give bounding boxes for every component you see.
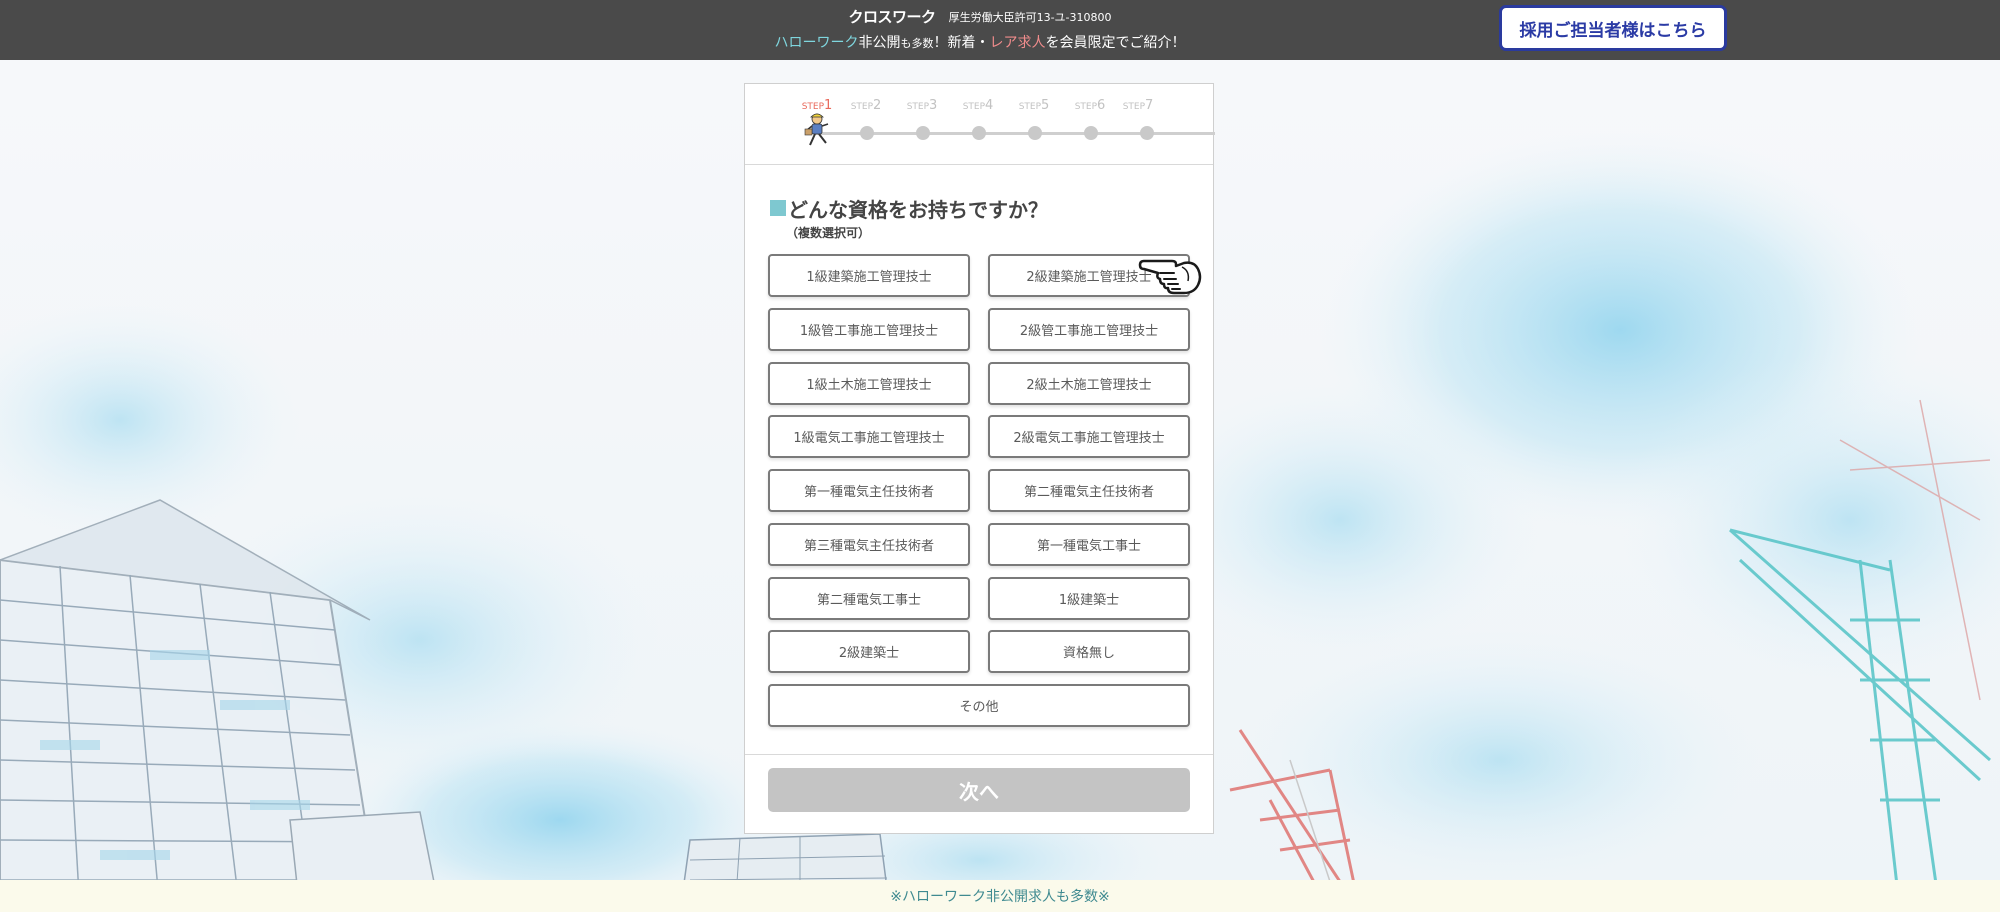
option-button[interactable]: 資格無し	[988, 630, 1190, 673]
tagline-tasu: も多数	[900, 37, 934, 50]
step-label-5: STEP5	[1018, 98, 1050, 113]
option-button[interactable]: 1級土木施工管理技士	[768, 362, 970, 405]
step-indicator: STEP1 STEP2 STEP3 STEP4 STEP5 STEP6 STEP…	[745, 84, 1215, 164]
step-label-4: STEP4	[962, 98, 994, 113]
step-dot-2	[860, 126, 874, 140]
option-button[interactable]: 2級土木施工管理技士	[988, 362, 1190, 405]
top-header: クロスワーク 厚生労働大臣許可13-ユ-310800 ハローワーク非公開も多数！…	[0, 0, 2000, 60]
option-button[interactable]: 1級建築施工管理技士	[768, 254, 970, 297]
site-logo[interactable]: クロスワーク	[848, 8, 936, 26]
option-button[interactable]: 2級管工事施工管理技士	[988, 308, 1190, 351]
option-button[interactable]: 2級電気工事施工管理技士	[988, 415, 1190, 458]
option-button[interactable]: 第三種電気主任技術者	[768, 523, 970, 566]
tagline-shinchaku: ！新着・	[933, 35, 990, 51]
option-button[interactable]: 1級電気工事施工管理技士	[768, 415, 970, 458]
tagline-rare: レア求人	[989, 35, 1046, 51]
step-label-2: STEP2	[850, 98, 882, 113]
option-button[interactable]: 1級管工事施工管理技士	[768, 308, 970, 351]
option-button[interactable]: 第二種電気工事士	[768, 577, 970, 620]
step-label-3: STEP3	[906, 98, 938, 113]
option-button[interactable]: 第二種電気主任技術者	[988, 469, 1190, 512]
question-title: どんな資格をお持ちですか？	[788, 198, 1048, 222]
step-label-7: STEP7	[1122, 98, 1154, 113]
recruiter-button[interactable]: 採用ご担当者様はこちら	[1499, 5, 1727, 51]
question-subtitle: （複数選択可）	[786, 226, 871, 240]
option-button[interactable]: 2級建築士	[768, 630, 970, 673]
running-worker-icon	[804, 113, 829, 146]
question-marker-icon	[770, 200, 786, 216]
step-dot-3	[916, 126, 930, 140]
option-button-other[interactable]: その他	[768, 684, 1190, 727]
step-dot-6	[1084, 126, 1098, 140]
tagline-hellowork: ハローワーク	[774, 35, 859, 51]
footer-banner: ※ハローワーク非公開求人も多数※	[0, 880, 2000, 912]
option-button[interactable]: 第一種電気工事士	[988, 523, 1190, 566]
option-button[interactable]: 第一種電気主任技術者	[768, 469, 970, 512]
form-card: STEP1 STEP2 STEP3 STEP4 STEP5 STEP6 STEP…	[744, 83, 1215, 834]
step-dot-4	[972, 126, 986, 140]
step-label-1: STEP1	[801, 98, 833, 113]
step-dot-5	[1028, 126, 1042, 140]
option-button[interactable]: 1級建築士	[988, 577, 1190, 620]
tagline-hikokai: 非公開	[858, 35, 901, 51]
step-progress-line	[815, 132, 1215, 135]
pointing-hand-icon	[1138, 259, 1202, 295]
step-label-6: STEP6	[1074, 98, 1106, 113]
step-dot-7	[1140, 126, 1154, 140]
footer-divider	[745, 754, 1213, 755]
tagline-member: を会員限定でご紹介！	[1045, 35, 1186, 51]
license-number: 厚生労働大臣許可13-ユ-310800	[948, 10, 1112, 24]
stepper-divider	[745, 164, 1213, 165]
next-button[interactable]: 次へ	[768, 768, 1190, 812]
